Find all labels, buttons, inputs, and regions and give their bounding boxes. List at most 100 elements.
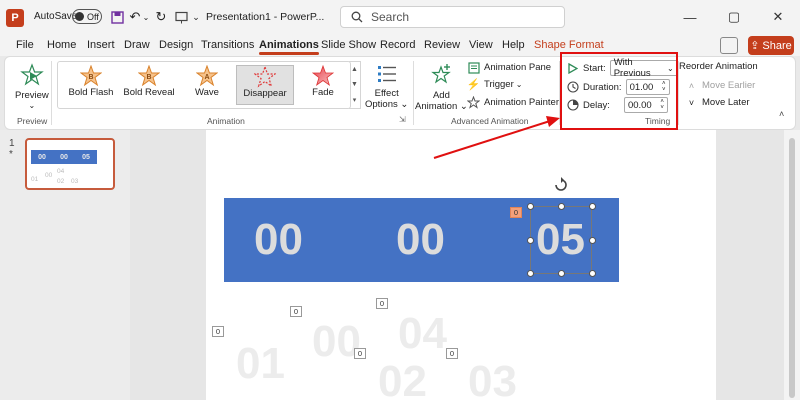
animation-wave[interactable]: A Wave [178, 65, 236, 105]
customize-toolbar-icon[interactable]: ⌄ [192, 9, 200, 25]
scrollbar-thumb[interactable] [789, 138, 795, 398]
thumb-number-bar: 00 00 05 [31, 150, 97, 164]
comments-icon[interactable] [720, 37, 738, 54]
fade-label: Fade [312, 87, 334, 98]
add-animation-icon [431, 64, 452, 84]
tab-view[interactable]: View [469, 39, 493, 51]
ghost-number[interactable]: 03 [468, 360, 517, 400]
bold-reveal-star-icon: B [138, 65, 160, 87]
move-later-label: Move Later [702, 97, 750, 108]
animation-painter-icon [467, 96, 480, 109]
slide[interactable]: 00 00 05 0 01 00 04 02 03 0 0 0 0 0 [206, 130, 716, 400]
animation-fade[interactable]: Fade [294, 65, 352, 105]
advanced-animation-group-label: Advanced Animation [451, 116, 529, 126]
resize-handle[interactable] [589, 270, 596, 277]
slide-number-text[interactable]: 00 [396, 218, 445, 262]
animation-dialog-launcher-icon[interactable]: ⇲ [399, 115, 406, 124]
gallery-down-icon[interactable]: ▼ [351, 81, 358, 88]
tab-shape-format[interactable]: Shape Format [534, 39, 604, 51]
gallery-more-icon[interactable]: ▾ [353, 96, 357, 104]
resize-handle[interactable] [527, 237, 534, 244]
autosave-toggle[interactable]: Off [72, 9, 102, 24]
thumb-ghost-number: 00 [45, 172, 53, 179]
move-earlier-icon: ˄ [688, 80, 695, 91]
ghost-number[interactable]: 02 [378, 360, 427, 400]
gallery-scroll[interactable]: ▲ ▼ ▾ [349, 61, 361, 109]
trigger-icon: ⚡ [466, 79, 481, 91]
save-icon[interactable] [110, 9, 124, 25]
animation-order-tag[interactable]: 0 [290, 306, 302, 317]
undo-icon[interactable]: ↶ [128, 9, 142, 25]
preview-group-label: Preview [17, 116, 48, 126]
close-icon[interactable]: ✕ [768, 8, 788, 26]
effect-options-button[interactable]: Effect Options ⌄ [365, 63, 408, 110]
powerpoint-logo-icon: P [6, 9, 24, 27]
animation-order-tag[interactable]: 0 [212, 326, 224, 337]
animation-pane-button[interactable]: Animation Pane [467, 61, 551, 74]
tab-draw[interactable]: Draw [124, 39, 150, 51]
tab-design[interactable]: Design [159, 39, 193, 51]
tab-help[interactable]: Help [502, 39, 525, 51]
undo-dropdown-icon[interactable]: ⌄ [142, 9, 150, 25]
slide-thumbnail[interactable]: 00 00 05 01 00 04 02 03 [25, 138, 115, 190]
animation-order-tag[interactable]: 0 [376, 298, 388, 309]
thumb-number: 05 [82, 153, 90, 161]
wave-star-icon: A [196, 65, 218, 87]
disappear-star-icon [254, 66, 276, 88]
tab-record[interactable]: Record [380, 39, 415, 51]
resize-handle[interactable] [558, 203, 565, 210]
move-later-button[interactable]: ˅ Move Later [685, 96, 750, 109]
collapse-ribbon-icon[interactable]: ˄ [779, 109, 784, 119]
ghost-number[interactable]: 04 [398, 312, 447, 356]
animation-bold-reveal[interactable]: B Bold Reveal [120, 65, 178, 105]
preview-star-icon [20, 63, 44, 86]
slide-number-text[interactable]: 00 [254, 218, 303, 262]
resize-handle[interactable] [558, 270, 565, 277]
thumb-ghost-number: 04 [57, 168, 65, 175]
tab-transitions[interactable]: Transitions [201, 39, 254, 51]
search-input[interactable]: Search [340, 6, 565, 28]
thumb-ghost-number: 01 [31, 176, 39, 183]
reorder-animation-title: Reorder Animation [679, 61, 758, 72]
animation-order-tag[interactable]: 0 [510, 207, 522, 218]
vertical-scrollbar[interactable] [784, 130, 800, 400]
share-button[interactable]: ⇪ Share [748, 36, 794, 55]
tab-file[interactable]: File [16, 39, 34, 51]
resize-handle[interactable] [589, 237, 596, 244]
tab-animations[interactable]: Animations [259, 39, 319, 55]
maximize-icon[interactable]: ▢ [724, 8, 744, 26]
disappear-label: Disappear [243, 88, 287, 99]
animation-disappear[interactable]: Disappear [236, 65, 294, 105]
autosave-label: AutoSave [34, 11, 78, 22]
tab-home[interactable]: Home [47, 39, 76, 51]
effect-options-icon [377, 66, 396, 82]
animation-painter-button[interactable]: Animation Painter [467, 96, 559, 109]
move-earlier-button[interactable]: ˄ Move Earlier [685, 79, 755, 92]
animation-pane-label: Animation Pane [484, 62, 552, 73]
animation-pane-icon [467, 61, 480, 74]
rotate-handle-icon[interactable] [553, 176, 569, 192]
tab-insert[interactable]: Insert [87, 39, 115, 51]
ghost-number[interactable]: 01 [236, 342, 285, 386]
resize-handle[interactable] [527, 203, 534, 210]
add-animation-button[interactable]: Add Animation ⌄ [415, 63, 468, 112]
animation-order-tag[interactable]: 0 [354, 348, 366, 359]
preview-button[interactable]: Preview ⌄ [15, 63, 49, 110]
trigger-button[interactable]: ⚡ Trigger ⌄ [466, 78, 523, 91]
document-title: Presentation1 - PowerP... [206, 11, 325, 23]
tab-review[interactable]: Review [424, 39, 460, 51]
slides-pane: 1 * 00 00 05 01 00 04 02 03 [0, 130, 130, 400]
thumb-ghost-number: 03 [71, 178, 79, 185]
animation-bold-flash[interactable]: B Bold Flash [62, 65, 120, 105]
tab-slide-show[interactable]: Slide Show [321, 39, 376, 51]
ribbon-tabs: File Home Insert Draw Design Transitions… [0, 34, 800, 56]
autosave-state: Off [87, 11, 99, 22]
animation-order-tag[interactable]: 0 [446, 348, 458, 359]
slideshow-start-icon[interactable] [174, 9, 188, 25]
share-icon: ⇪ [750, 40, 760, 52]
resize-handle[interactable] [527, 270, 534, 277]
resize-handle[interactable] [589, 203, 596, 210]
gallery-up-icon[interactable]: ▲ [351, 66, 358, 73]
redo-icon[interactable]: ↻ [154, 9, 168, 25]
minimize-icon[interactable]: — [680, 8, 700, 26]
